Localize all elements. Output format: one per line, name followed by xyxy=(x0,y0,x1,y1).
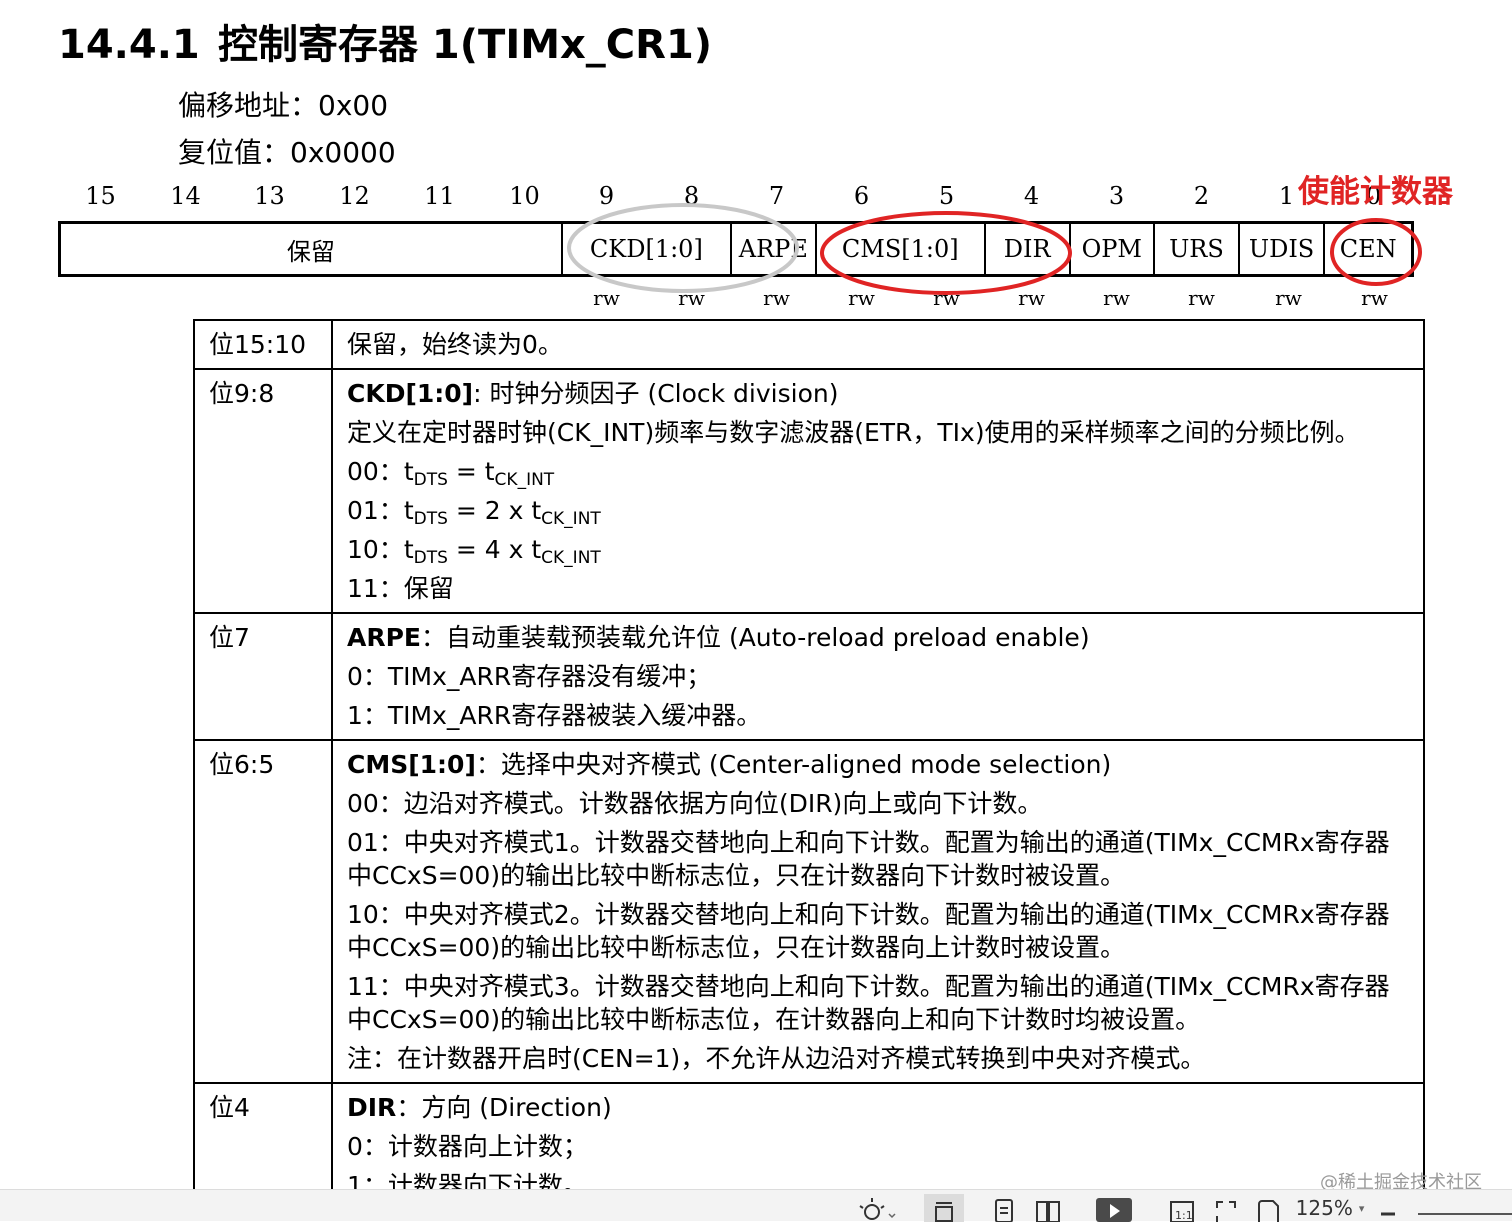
option-line: 0：计数器向上计数； xyxy=(347,1132,588,1161)
option-line: 11：中央对齐模式3。计数器交替地向上和向下计数。配置为输出的通道(TIMx_C… xyxy=(347,972,1390,1034)
viewer-toolbar: 1:1 125% ▾ xyxy=(0,1189,1512,1222)
option-line: 10：tDTS = 4 x tCK_INT xyxy=(347,535,601,568)
field-name: ARPE xyxy=(347,623,421,652)
bit-range: 位9:8 xyxy=(193,368,333,614)
field-arpe: ARPE xyxy=(732,224,817,274)
bit-number: 5 xyxy=(938,182,955,210)
fit-page-icon[interactable] xyxy=(1208,1194,1244,1222)
field-title-text: : 时钟分频因子 (Clock division) xyxy=(473,379,839,408)
option-line: 00：tDTS = tCK_INT xyxy=(347,457,555,490)
access-label: rw xyxy=(933,286,960,310)
option-line: 10：中央对齐模式2。计数器交替地向上和向下计数。配置为输出的通道(TIMx_C… xyxy=(347,900,1390,962)
register-diagram: 保留 CKD[1:0] ARPE CMS[1:0] DIR OPM URS UD… xyxy=(58,221,1414,277)
field-title-text: ：方向 (Direction) xyxy=(396,1093,612,1122)
bit-range: 位6:5 xyxy=(193,739,333,1084)
table-row: 位15:10 保留，始终读为0。 xyxy=(193,319,1425,370)
bit-description: 保留，始终读为0。 xyxy=(331,319,1425,370)
option-line: 11：保留 xyxy=(347,574,454,603)
access-label: rw xyxy=(848,286,875,310)
field-dir: DIR xyxy=(986,224,1071,274)
access-label: rw xyxy=(1103,286,1130,310)
field-name: CMS[1:0] xyxy=(347,750,476,779)
zoom-slider[interactable] xyxy=(1418,1194,1512,1222)
bit-description-table: 位15:10 保留，始终读为0。 位9:8 CKD[1:0]: 时钟分频因子 (… xyxy=(193,319,1425,1211)
brightness-icon[interactable] xyxy=(850,1194,902,1222)
field-name: DIR xyxy=(347,1093,397,1122)
fit-width-icon[interactable] xyxy=(1250,1194,1286,1222)
table-row: 位7 ARPE：自动重装载预装载允许位 (Auto-reload preload… xyxy=(193,612,1425,741)
single-page-icon[interactable] xyxy=(924,1194,964,1222)
bit-number: 14 xyxy=(170,182,201,210)
bit-range: 位7 xyxy=(193,612,333,741)
field-title: CKD[1:0]: 时钟分频因子 (Clock division) xyxy=(347,374,1409,413)
field-title: ARPE：自动重装载预装载允许位 (Auto-reload preload en… xyxy=(347,618,1409,657)
access-label: rw xyxy=(1275,286,1302,310)
option-line: 1：TIMx_ARR寄存器被装入缓冲器。 xyxy=(347,701,762,730)
bit-number: 11 xyxy=(424,182,455,210)
chevron-down-icon: ▾ xyxy=(1358,1201,1365,1215)
zoom-out-icon[interactable] xyxy=(1378,1194,1398,1222)
book-view-icon[interactable] xyxy=(1028,1194,1068,1222)
option-line: 01：中央对齐模式1。计数器交替地向上和向下计数。配置为输出的通道(TIMx_C… xyxy=(347,828,1390,890)
field-title-text: ：自动重装载预装载允许位 (Auto-reload preload enable… xyxy=(421,623,1090,652)
field-title: CMS[1:0]：选择中央对齐模式 (Center-aligned mode s… xyxy=(347,745,1409,784)
field-name: CKD[1:0] xyxy=(347,379,474,408)
field-cen: CEN xyxy=(1339,235,1397,263)
section-title: 控制寄存器 1(TIMx_CR1) xyxy=(218,22,713,68)
bit-number: 3 xyxy=(1108,182,1125,210)
table-row: 位6:5 CMS[1:0]：选择中央对齐模式 (Center-aligned m… xyxy=(193,739,1425,1084)
svg-text:1:1: 1:1 xyxy=(1175,1209,1193,1222)
bit-range: 位15:10 xyxy=(193,319,333,370)
access-label: rw xyxy=(763,286,790,310)
field-reserved: 保留 xyxy=(61,224,563,274)
bit-number: 9 xyxy=(598,182,615,210)
option-line: 01：tDTS = 2 x tCK_INT xyxy=(347,496,601,529)
access-label: rw xyxy=(678,286,705,310)
access-label: rw xyxy=(1188,286,1215,310)
bit-number: 13 xyxy=(254,182,285,210)
field-udis: UDIS xyxy=(1240,224,1326,274)
actual-size-icon[interactable]: 1:1 xyxy=(1164,1194,1200,1222)
section-number: 14.4.1 xyxy=(58,22,200,68)
field-opm: OPM xyxy=(1071,224,1156,274)
offset-address: 偏移地址：0x00 xyxy=(178,89,389,122)
field-urs: URS xyxy=(1155,224,1240,274)
section-heading: 14.4.1 控制寄存器 1(TIMx_CR1) xyxy=(58,12,712,70)
reset-value: 复位值：0x0000 xyxy=(178,136,396,169)
description-line: 保留，始终读为0。 xyxy=(347,330,563,359)
bit-number: 12 xyxy=(339,182,370,210)
note-line: 注：在计数器开启时(CEN=1)，不允许从边沿对齐模式转换到中央对齐模式。 xyxy=(347,1044,1206,1073)
zoom-level-dropdown[interactable]: 125% ▾ xyxy=(1288,1194,1372,1222)
bit-number: 7 xyxy=(768,182,785,210)
zoom-level: 125% xyxy=(1295,1196,1353,1220)
bit-number: 10 xyxy=(509,182,540,210)
bit-number: 4 xyxy=(1023,182,1040,210)
bit-number: 8 xyxy=(683,182,700,210)
bit-number: 6 xyxy=(853,182,870,210)
play-icon[interactable] xyxy=(1094,1194,1134,1222)
field-title-text: ：选择中央对齐模式 (Center-aligned mode selection… xyxy=(475,750,1112,779)
option-line: 00：边沿对齐模式。计数器依据方向位(DIR)向上或向下计数。 xyxy=(347,789,1043,818)
document-view-icon[interactable] xyxy=(984,1194,1024,1222)
bit-number: 15 xyxy=(85,182,116,210)
field-ckd: CKD[1:0] xyxy=(563,224,732,274)
field-cms: CMS[1:0] xyxy=(817,224,986,274)
option-line: 0：TIMx_ARR寄存器没有缓冲； xyxy=(347,662,712,691)
annotation-enable-counter: 使能计数器 xyxy=(1298,174,1453,210)
field-title: DIR：方向 (Direction) xyxy=(347,1088,1409,1127)
bit-description: ARPE：自动重装载预装载允许位 (Auto-reload preload en… xyxy=(331,612,1425,741)
bit-number: 2 xyxy=(1193,182,1210,210)
description-line: 定义在定时器时钟(CK_INT)频率与数字滤波器(ETR，TIx)使用的采样频率… xyxy=(347,418,1360,447)
bit-description: CMS[1:0]：选择中央对齐模式 (Center-aligned mode s… xyxy=(331,739,1425,1084)
bit-description: CKD[1:0]: 时钟分频因子 (Clock division) 定义在定时器… xyxy=(331,368,1425,614)
access-label: rw xyxy=(593,286,620,310)
table-row: 位9:8 CKD[1:0]: 时钟分频因子 (Clock division) 定… xyxy=(193,368,1425,614)
access-label: rw xyxy=(1361,286,1388,310)
access-label: rw xyxy=(1018,286,1045,310)
